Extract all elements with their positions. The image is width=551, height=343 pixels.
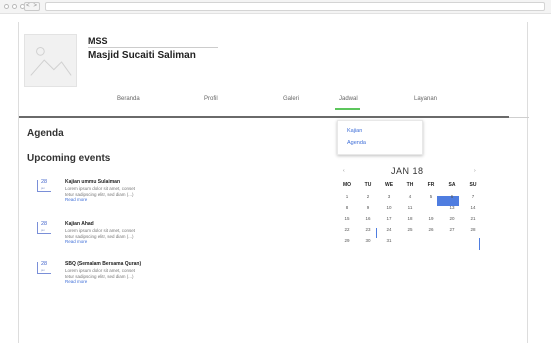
event-title[interactable]: Kajian Ahad	[65, 221, 94, 227]
event-item[interactable]: 28 jan SBQ (Semalam Bersama Quran) Lorem…	[37, 261, 187, 293]
calendar-weekday: TH	[406, 182, 414, 188]
event-date-badge: 28 jan	[37, 261, 51, 274]
event-date-badge: 28 jan	[37, 179, 51, 192]
calendar-weekday: TU	[364, 182, 372, 188]
calendar-day[interactable]: 1	[339, 194, 355, 199]
event-day: 28	[41, 221, 48, 227]
agenda-heading: Agenda	[27, 128, 64, 139]
window-controls	[4, 4, 25, 9]
calendar-day[interactable]: 7	[465, 194, 481, 199]
event-month: jan	[41, 228, 46, 232]
event-item[interactable]: 28 jan Kajian Ahad Lorem ipsum dolor sit…	[37, 221, 187, 253]
calendar-day[interactable]: 4	[402, 194, 418, 199]
calendar-day[interactable]: 26	[423, 227, 439, 232]
calendar-day[interactable]: 25	[402, 227, 418, 232]
event-read-more-link[interactable]: Read more	[65, 279, 87, 284]
calendar-next-icon[interactable]: ›	[474, 168, 476, 174]
calendar-day[interactable]: 10	[381, 205, 397, 210]
event-title[interactable]: SBQ (Semalam Bersama Quran)	[65, 261, 141, 267]
calendar-day[interactable]: 30	[360, 238, 376, 243]
website-frame: MSS Masjid Sucaiti Saliman Beranda Profi…	[18, 22, 529, 343]
address-bar[interactable]	[45, 2, 545, 11]
calendar-day[interactable]: 20	[444, 216, 460, 221]
calendar-day[interactable]: 5	[423, 194, 439, 199]
calendar-day[interactable]: 31	[381, 238, 397, 243]
calendar-day[interactable]: 16	[360, 216, 376, 221]
nav-beranda[interactable]: Beranda	[117, 96, 140, 102]
event-desc-line1: Lorem ipsum dolor sit amet, conset	[65, 186, 136, 191]
event-read-more-link[interactable]: Read more	[65, 197, 87, 202]
calendar-weekday: SA	[448, 182, 456, 188]
site-name: Masjid Sucaiti Saliman	[88, 50, 196, 61]
nav-galeri[interactable]: Galeri	[283, 96, 299, 102]
nav-profil[interactable]: Profil	[204, 96, 218, 102]
jadwal-dropdown-menu: Kajian Agenda	[337, 120, 423, 155]
calendar-day[interactable]: 3	[381, 194, 397, 199]
calendar-day[interactable]: 24	[381, 227, 397, 232]
calendar-day[interactable]: 19	[423, 216, 439, 221]
calendar-day[interactable]: 15	[339, 216, 355, 221]
nav-divider-dark	[19, 116, 509, 118]
event-month: jan	[41, 186, 46, 190]
calendar-prev-icon[interactable]: ‹	[343, 168, 345, 174]
calendar-day[interactable]: 6	[444, 194, 460, 199]
event-desc-line1: Lorem ipsum dolor sit amet, conset	[65, 268, 136, 273]
calendar-day[interactable]: 22	[339, 227, 355, 232]
calendar-marker	[376, 228, 377, 238]
minimize-window-icon[interactable]	[12, 4, 17, 9]
calendar-widget: ‹ JAN 18 › MO TU WE TH FR SA SU 1 2 3 4 5 6 7 8 9 10 11 12…	[339, 166, 489, 266]
calendar-day[interactable]: 2	[360, 194, 376, 199]
calendar-day[interactable]: 23	[360, 227, 376, 232]
calendar-weekday: FR	[427, 182, 435, 188]
back-forward-buttons[interactable]: < >	[24, 2, 40, 11]
event-month: jan	[41, 268, 46, 272]
main-nav: Beranda Profil Galeri Jadwal Layanan	[19, 92, 529, 118]
browser-chrome: < >	[0, 0, 551, 14]
calendar-weekday: SU	[469, 182, 477, 188]
event-day: 28	[41, 261, 48, 267]
calendar-day[interactable]: 17	[381, 216, 397, 221]
event-title[interactable]: Kajian ummu Sulaiman	[65, 179, 120, 185]
calendar-weekday: WE	[384, 182, 394, 188]
calendar-day[interactable]: 14	[465, 205, 481, 210]
site-abbr: MSS	[88, 36, 108, 46]
calendar-day[interactable]: 29	[339, 238, 355, 243]
nav-layanan[interactable]: Layanan	[414, 96, 437, 102]
event-item[interactable]: 28 jan Kajian ummu Sulaiman Lorem ipsum …	[37, 179, 187, 211]
calendar-day[interactable]: 28	[465, 227, 481, 232]
calendar-day[interactable]: 12	[423, 205, 439, 210]
calendar-day[interactable]: 13	[444, 205, 460, 210]
calendar-day[interactable]: 27	[444, 227, 460, 232]
nav-active-indicator	[335, 108, 360, 110]
event-date-badge: 28 jan	[37, 221, 51, 234]
nav-jadwal[interactable]: Jadwal	[339, 96, 358, 102]
brand-divider	[88, 47, 218, 48]
event-desc-line1: Lorem ipsum dolor sit amet, conset	[65, 228, 136, 233]
dropdown-item-agenda[interactable]: Agenda	[347, 140, 366, 146]
event-day: 28	[41, 179, 48, 185]
event-read-more-link[interactable]: Read more	[65, 239, 87, 244]
close-window-icon[interactable]	[4, 4, 9, 9]
calendar-day[interactable]: 18	[402, 216, 418, 221]
calendar-weekday: MO	[342, 182, 352, 188]
dropdown-item-kajian[interactable]: Kajian	[347, 128, 362, 134]
calendar-day[interactable]: 9	[360, 205, 376, 210]
calendar-day[interactable]: 8	[339, 205, 355, 210]
calendar-month-title: JAN 18	[391, 166, 424, 176]
calendar-marker	[479, 238, 480, 250]
logo-placeholder-image-icon[interactable]	[24, 34, 77, 87]
calendar-day[interactable]: 21	[465, 216, 481, 221]
upcoming-events-heading: Upcoming events	[27, 153, 111, 164]
calendar-day[interactable]: 11	[402, 205, 418, 210]
